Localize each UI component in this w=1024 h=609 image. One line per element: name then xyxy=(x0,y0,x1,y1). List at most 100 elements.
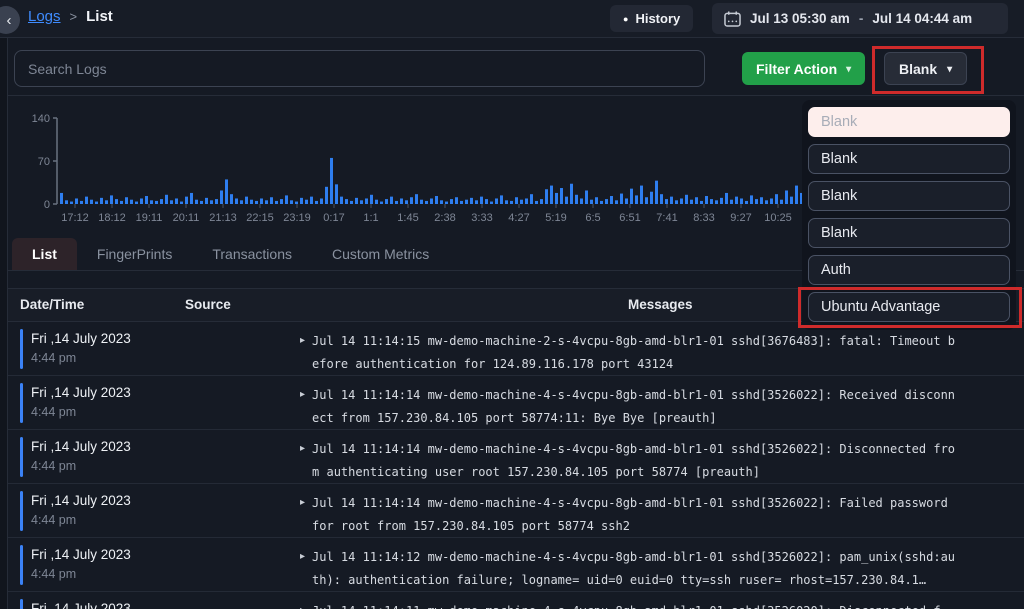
expand-arrow-icon[interactable]: ▸ xyxy=(300,600,305,609)
log-date: Fri ,14 July 2023 xyxy=(31,439,131,454)
history-label: History xyxy=(635,11,680,26)
breadcrumb-separator: > xyxy=(70,9,78,24)
table-row[interactable]: Fri ,14 July 2023 4:44 pm ▸ Jul 14 11:14… xyxy=(0,430,1024,484)
dropdown-option-blank-2[interactable]: Blank xyxy=(808,144,1010,174)
svg-text:22:15: 22:15 xyxy=(246,212,274,224)
svg-text:5:19: 5:19 xyxy=(545,212,566,224)
log-message: Jul 14 11:14:14 mw-demo-machine-4-s-4vcp… xyxy=(312,492,960,537)
history-button[interactable]: ● History xyxy=(610,5,693,32)
expand-arrow-icon[interactable]: ▸ xyxy=(300,438,305,483)
log-time: 4:44 pm xyxy=(31,459,76,473)
dropdown-option-blank-1[interactable]: Blank xyxy=(808,107,1010,137)
svg-text:6:51: 6:51 xyxy=(619,212,640,224)
svg-text:18:12: 18:12 xyxy=(98,212,126,224)
svg-text:70: 70 xyxy=(38,156,50,168)
severity-bar xyxy=(20,599,23,609)
svg-text:1:45: 1:45 xyxy=(397,212,418,224)
breadcrumb-current: List xyxy=(86,8,113,25)
table-row[interactable]: Fri ,14 July 2023 ▸ Jul 14 11:14:11 mw-d… xyxy=(0,592,1024,609)
expand-arrow-icon[interactable]: ▸ xyxy=(300,330,305,375)
svg-text:3:33: 3:33 xyxy=(471,212,492,224)
date-range-end: Jul 14 04:44 am xyxy=(872,11,972,26)
log-date: Fri ,14 July 2023 xyxy=(31,493,131,508)
log-message: Jul 14 11:14:12 mw-demo-machine-4-s-4vcp… xyxy=(312,546,960,591)
view-selector-dropdown: Blank Blank Blank Blank Auth Ubuntu Adva… xyxy=(802,100,1016,330)
dropdown-option-blank-4[interactable]: Blank xyxy=(808,218,1010,248)
table-row[interactable]: Fri ,14 July 2023 4:44 pm ▸ Jul 14 11:14… xyxy=(0,484,1024,538)
svg-text:21:13: 21:13 xyxy=(209,212,237,224)
log-date: Fri ,14 July 2023 xyxy=(31,331,131,346)
log-message: Jul 14 11:14:11 mw-demo-machine-4-s-4vcp… xyxy=(312,600,960,609)
svg-text:10:25: 10:25 xyxy=(764,212,792,224)
svg-text:20:11: 20:11 xyxy=(173,212,200,224)
filter-action-button[interactable]: Filter Action ▾ xyxy=(742,52,865,85)
svg-text:17:12: 17:12 xyxy=(61,212,89,224)
column-header-messages: Messages xyxy=(628,297,693,312)
breadcrumb-logs-link[interactable]: Logs xyxy=(28,8,61,25)
calendar-icon xyxy=(724,11,741,27)
svg-text:8:33: 8:33 xyxy=(693,212,714,224)
back-chevron-icon: ‹ xyxy=(7,12,12,29)
severity-bar xyxy=(20,491,23,531)
log-message: Jul 14 11:14:14 mw-demo-machine-4-s-4vcp… xyxy=(312,438,960,483)
log-time: 4:44 pm xyxy=(31,513,76,527)
dropdown-option-ubuntu-advantage[interactable]: Ubuntu Advantage xyxy=(808,292,1010,322)
svg-text:4:27: 4:27 xyxy=(508,212,529,224)
table-row[interactable]: Fri ,14 July 2023 4:44 pm ▸ Jul 14 11:14… xyxy=(0,376,1024,430)
history-dot-icon: ● xyxy=(623,14,628,24)
chevron-down-icon: ▾ xyxy=(947,65,952,75)
back-button[interactable]: ‹ xyxy=(0,6,20,34)
collapsed-sidebar-edge xyxy=(0,0,8,609)
log-date: Fri ,14 July 2023 xyxy=(31,547,131,562)
svg-text:1:1: 1:1 xyxy=(363,212,378,224)
expand-arrow-icon[interactable]: ▸ xyxy=(300,384,305,429)
svg-text:0:17: 0:17 xyxy=(323,212,344,224)
log-time: 4:44 pm xyxy=(31,567,76,581)
log-time: 4:44 pm xyxy=(31,351,76,365)
severity-bar xyxy=(20,329,23,369)
table-row[interactable]: Fri ,14 July 2023 4:44 pm ▸ Jul 14 11:14… xyxy=(0,538,1024,592)
top-bar: ‹ Logs > List ● History Jul 13 05:30 am … xyxy=(0,0,1024,38)
expand-arrow-icon[interactable]: ▸ xyxy=(300,546,305,591)
tab-fingerprints[interactable]: FingerPrints xyxy=(77,238,192,270)
log-volume-chart-svg: 0 70 140 17:12 18:12 19:11 20:11 21:13 22:15 23:1… xyxy=(10,104,860,230)
search-input[interactable] xyxy=(14,50,705,87)
filter-action-label: Filter Action xyxy=(756,61,837,77)
expand-arrow-icon[interactable]: ▸ xyxy=(300,492,305,537)
tab-transactions[interactable]: Transactions xyxy=(192,238,312,270)
svg-text:9:27: 9:27 xyxy=(730,212,751,224)
log-message: Jul 14 11:14:15 mw-demo-machine-2-s-4vcp… xyxy=(312,330,960,375)
breadcrumb: Logs > List xyxy=(28,8,113,25)
table-row[interactable]: Fri ,14 July 2023 4:44 pm ▸ Jul 14 11:14… xyxy=(0,322,1024,376)
tab-list[interactable]: List xyxy=(12,238,77,270)
log-time: 4:44 pm xyxy=(31,405,76,419)
log-date: Fri ,14 July 2023 xyxy=(31,385,131,400)
logs-page: ‹ Logs > List ● History Jul 13 05:30 am … xyxy=(0,0,1024,609)
dropdown-option-auth[interactable]: Auth xyxy=(808,255,1010,285)
log-message: Jul 14 11:14:14 mw-demo-machine-4-s-4vcp… xyxy=(312,384,960,429)
severity-bar xyxy=(20,437,23,477)
svg-text:7:41: 7:41 xyxy=(656,212,677,224)
svg-text:140: 140 xyxy=(32,113,50,125)
column-header-source: Source xyxy=(185,297,231,312)
severity-bar xyxy=(20,383,23,423)
log-date: Fri ,14 July 2023 xyxy=(31,601,131,609)
column-header-datetime: Date/Time xyxy=(20,297,84,312)
dropdown-option-blank-3[interactable]: Blank xyxy=(808,181,1010,211)
toolbar: Filter Action ▾ Blank ▾ xyxy=(0,38,1024,96)
date-range-picker[interactable]: Jul 13 05:30 am - Jul 14 04:44 am xyxy=(712,3,1008,34)
log-table-body: Fri ,14 July 2023 4:44 pm ▸ Jul 14 11:14… xyxy=(0,322,1024,609)
date-range-separator: - xyxy=(859,11,864,26)
view-selector-button[interactable]: Blank ▾ xyxy=(884,52,967,85)
svg-text:6:5: 6:5 xyxy=(585,212,600,224)
svg-text:23:19: 23:19 xyxy=(283,212,311,224)
svg-text:2:38: 2:38 xyxy=(434,212,455,224)
severity-bar xyxy=(20,545,23,585)
svg-text:19:11: 19:11 xyxy=(136,212,163,224)
date-range-start: Jul 13 05:30 am xyxy=(750,11,850,26)
view-selector-label: Blank xyxy=(899,61,937,77)
log-volume-chart: 0 70 140 17:12 18:12 19:11 20:11 21:13 22:15 23:1… xyxy=(10,104,860,230)
tab-custom-metrics[interactable]: Custom Metrics xyxy=(312,238,449,270)
svg-text:0: 0 xyxy=(44,199,50,211)
chevron-down-icon: ▾ xyxy=(846,65,851,75)
